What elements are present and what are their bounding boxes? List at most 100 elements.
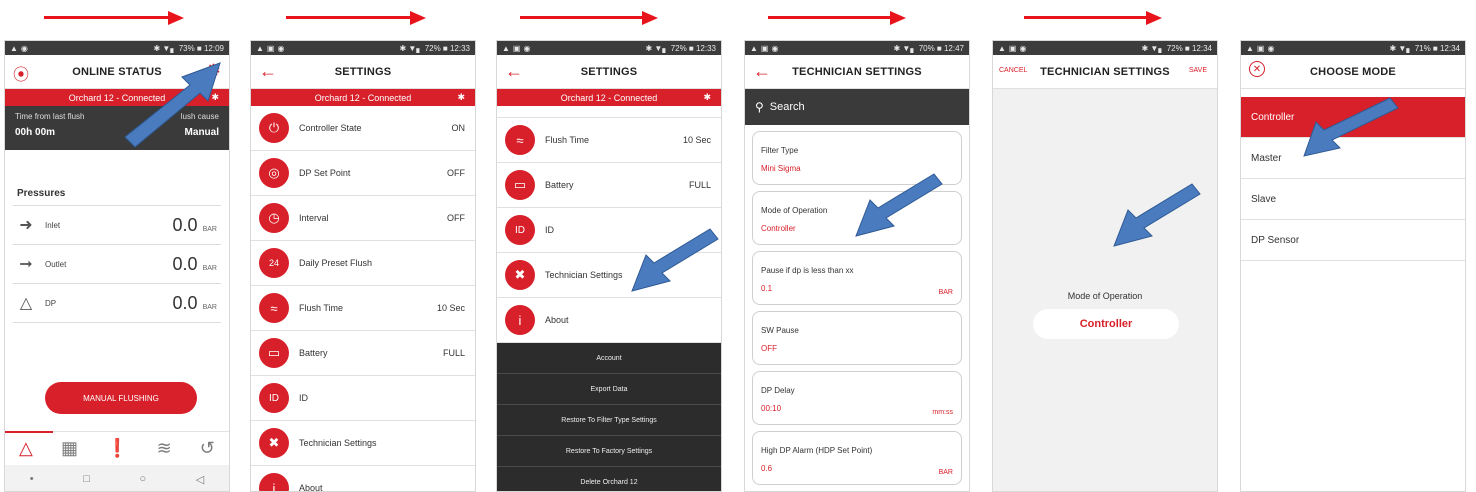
- wifi-icon: ◉: [1267, 43, 1275, 53]
- settings-item-flush-time[interactable]: ≈ Flush Time 10 Sec: [497, 118, 721, 163]
- page-title: CHOOSE MODE: [1310, 65, 1396, 78]
- card-label: Filter Type: [761, 146, 799, 155]
- status-bar: ▲ ▣ ◉ ✱ ▼▖ 72% ■ 12:34: [993, 41, 1217, 55]
- item-label: Flush Time: [545, 135, 590, 145]
- settings-item-controller-state[interactable]: ⏻ Controller State ON: [251, 106, 475, 151]
- screen-settings-scrolled: ▲ ▣ ◉ ✱ ▼▖ 72% ■ 12:33 ← SETTINGS Orchard …: [496, 40, 722, 492]
- page-title: TECHNICIAN SETTINGS: [792, 65, 922, 78]
- mode-label: Mode of Operation: [1067, 291, 1143, 301]
- logo-icon[interactable]: ⦿: [13, 61, 29, 85]
- status-right: ✱ ▼▖ 72% ■ 12:34: [1141, 43, 1212, 53]
- item-label: ID: [299, 393, 308, 403]
- settings-item-technician[interactable]: ✖ Technician Settings: [497, 253, 721, 298]
- settings-item-about[interactable]: i About: [497, 298, 721, 343]
- flush-time-value: 00h 00m: [15, 127, 56, 138]
- battery-icon: ▭: [505, 170, 535, 200]
- account-button[interactable]: Account: [497, 343, 721, 374]
- page-title: ONLINE STATUS: [72, 65, 162, 78]
- card-label: DP Delay: [761, 386, 795, 395]
- back-triangle-icon[interactable]: ◁: [196, 473, 204, 486]
- pressure-label: Inlet: [45, 220, 61, 230]
- notification-icon: ▲: [1246, 43, 1254, 53]
- card-value: 0.1: [761, 284, 773, 293]
- card-unit: BAR: [938, 469, 953, 476]
- app-bar: ← SETTINGS: [497, 55, 721, 89]
- item-value: FULL: [688, 180, 711, 190]
- pressure-unit: BAR: [202, 303, 217, 311]
- settings-item-id[interactable]: ID ID: [497, 208, 721, 253]
- flush-cause-label: lush cause: [180, 112, 219, 121]
- delete-orchard-button[interactable]: Delete Orchard 12: [497, 467, 721, 491]
- alert-tab-icon[interactable]: ❗: [106, 438, 128, 459]
- screen-choose-mode: ▲ ▣ ◉ ✱ ▼▖ 71% ■ 12:34 ✕ CHOOSE MODE Contr…: [1240, 40, 1466, 492]
- cancel-button[interactable]: CANCEL: [999, 67, 1027, 74]
- settings-item-interval[interactable]: ◷ Interval OFF: [251, 196, 475, 241]
- status-right: ✱ ▼▖ 71% ■ 12:34: [1389, 43, 1460, 53]
- back-arrow-icon[interactable]: ←: [753, 61, 771, 82]
- export-data-button[interactable]: Export Data: [497, 374, 721, 405]
- restore-filter-button[interactable]: Restore To Filter Type Settings: [497, 405, 721, 436]
- mode-option-controller[interactable]: Controller: [1241, 97, 1465, 138]
- card-pause-dp[interactable]: Pause if dp is less than xx 0.1 BAR: [752, 251, 962, 305]
- settings-item-about[interactable]: i About: [251, 466, 475, 491]
- app-bar: ← SETTINGS: [251, 55, 475, 89]
- settings-item-battery[interactable]: ▭ Battery FULL: [251, 331, 475, 376]
- dashboard-tab-icon[interactable]: ▦: [61, 438, 78, 459]
- settings-item-id[interactable]: ID ID: [251, 376, 475, 421]
- wifi-icon: ◉: [1019, 43, 1027, 53]
- item-value: 10 Sec: [436, 303, 465, 313]
- gear-icon[interactable]: ⚙: [206, 61, 221, 81]
- square-icon[interactable]: □: [83, 473, 90, 485]
- pressure-value: 0.0: [172, 214, 198, 235]
- connection-status: Orchard 12 - Connected: [560, 92, 658, 103]
- info-icon: i: [505, 305, 535, 335]
- status-bar: ▲ ▣ ◉ ✱ ▼▖ 71% ■ 12:34: [1241, 41, 1465, 55]
- card-unit: BAR: [938, 289, 953, 296]
- pressure-row-inlet: ➜ Inlet 0.0 BAR: [13, 206, 221, 245]
- settings-item-technician[interactable]: ✖ Technician Settings: [251, 421, 475, 466]
- wifi-icon: ◉: [523, 43, 531, 53]
- restore-factory-button[interactable]: Restore To Factory Settings: [497, 436, 721, 467]
- status-right: ✱ ▼▖ 72% ■ 12:33: [399, 43, 470, 53]
- settings-item-flush-time[interactable]: ≈ Flush Time 10 Sec: [251, 286, 475, 331]
- mode-option-master[interactable]: Master: [1241, 138, 1465, 179]
- item-label: Interval: [299, 213, 329, 223]
- back-arrow-icon[interactable]: ←: [259, 61, 277, 82]
- screen-mode-of-operation: ▲ ▣ ◉ ✱ ▼▖ 72% ■ 12:34 CANCEL TECHNICIAN S…: [992, 40, 1218, 492]
- wifi-icon: ◉: [277, 43, 285, 53]
- delta-icon: △: [19, 295, 33, 312]
- image-icon: ▣: [760, 43, 769, 53]
- search-bar[interactable]: ⚲ Search: [745, 89, 969, 125]
- mode-option-dp-sensor[interactable]: DP Sensor: [1241, 220, 1465, 261]
- dot-icon[interactable]: •: [30, 473, 34, 485]
- page-title: TECHNICIAN SETTINGS: [1040, 65, 1170, 78]
- wifi-icon: ◉: [771, 43, 779, 53]
- tools-icon: ✖: [259, 428, 289, 458]
- page-title: SETTINGS: [334, 65, 392, 78]
- history-tab-icon[interactable]: ↺: [200, 438, 215, 459]
- mode-select-button[interactable]: Controller: [1033, 309, 1179, 339]
- scrolled-row-partial: [497, 106, 721, 118]
- flow-arrow-3: [520, 11, 660, 25]
- save-button[interactable]: SAVE: [1189, 67, 1207, 74]
- card-sw-pause[interactable]: SW Pause OFF: [752, 311, 962, 365]
- card-filter-type[interactable]: Filter Type Mini Sigma: [752, 131, 962, 185]
- status-right: ✱ ▼▖ 73% ■ 12:09: [153, 43, 224, 53]
- close-icon[interactable]: ✕: [1249, 61, 1265, 77]
- home-circle-icon[interactable]: ○: [139, 473, 146, 485]
- card-dp-delay[interactable]: DP Delay 00:10 mm:ss: [752, 371, 962, 425]
- waves-icon: ≈: [505, 125, 535, 155]
- card-high-dp-alarm[interactable]: High DP Alarm (HDP Set Point) 0.6 BAR: [752, 431, 962, 485]
- status-tab-icon[interactable]: △: [19, 438, 33, 459]
- settings-item-dp-set-point[interactable]: ◎ DP Set Point OFF: [251, 151, 475, 196]
- back-arrow-icon[interactable]: ←: [505, 61, 523, 82]
- chart-tab-icon[interactable]: ≋: [157, 438, 172, 459]
- pressure-value: 0.0: [172, 253, 198, 274]
- account-actions: Account Export Data Restore To Filter Ty…: [497, 343, 721, 491]
- mode-option-slave[interactable]: Slave: [1241, 179, 1465, 220]
- settings-item-daily-preset-flush[interactable]: 24 Daily Preset Flush: [251, 241, 475, 286]
- manual-flushing-button[interactable]: MANUAL FLUSHING: [45, 382, 197, 414]
- status-bar: ▲ ▣ ◉ ✱ ▼▖ 72% ■ 12:33: [497, 41, 721, 55]
- settings-item-battery[interactable]: ▭ Battery FULL: [497, 163, 721, 208]
- card-mode-of-operation[interactable]: Mode of Operation Controller: [752, 191, 962, 245]
